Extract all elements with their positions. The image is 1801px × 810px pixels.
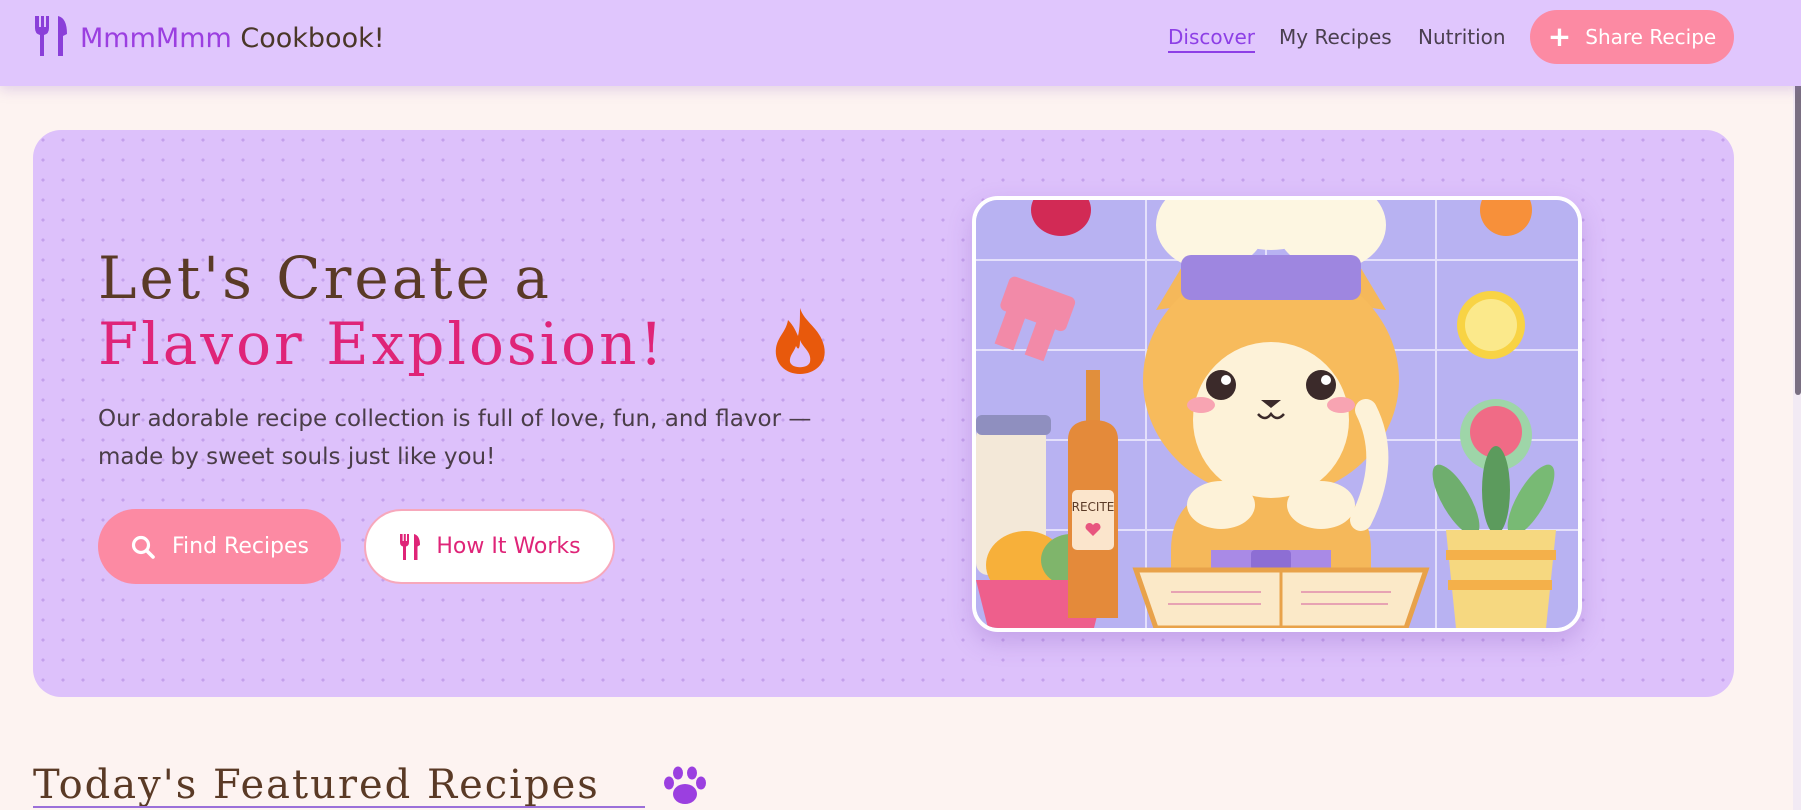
fire-icon	[775, 308, 825, 374]
hero-description: Our adorable recipe collection is full o…	[98, 406, 812, 470]
hero-title: Let's Create a Flavor Explosion!	[98, 245, 666, 377]
utensils-icon	[400, 533, 421, 560]
fork-knife-icon[interactable]	[32, 14, 70, 58]
nav-nutrition[interactable]: Nutrition	[1418, 24, 1506, 50]
top-nav-bar: MmmMmm Cookbook! Discover My Recipes Nut…	[0, 0, 1801, 86]
find-recipes-label: Find Recipes	[171, 534, 310, 559]
plus-icon: +	[1547, 20, 1572, 53]
how-it-works-button[interactable]: How It Works	[364, 509, 615, 584]
find-recipes-button[interactable]: Find Recipes	[98, 509, 341, 584]
nav-my-recipes[interactable]: My Recipes	[1279, 24, 1392, 50]
share-recipe-label: Share Recipe	[1585, 25, 1717, 49]
share-recipe-button[interactable]: + Share Recipe	[1530, 10, 1734, 64]
logo-text-part2: Cookbook!	[240, 23, 385, 54]
how-it-works-label: How It Works	[436, 534, 581, 559]
paw-icon	[664, 766, 706, 804]
bottle-label-text: RECITE	[1072, 500, 1115, 514]
hero-title-line2: Flavor Explosion!	[98, 310, 666, 378]
logo-text-part1: MmmMmm	[80, 23, 232, 54]
nav-discover[interactable]: Discover	[1168, 24, 1255, 53]
featured-heading-underline	[33, 806, 645, 808]
search-icon	[131, 535, 155, 559]
logo-text[interactable]: MmmMmm Cookbook!	[80, 22, 385, 56]
hero-title-line1: Let's Create a	[98, 244, 552, 312]
featured-recipes-heading: Today's Featured Recipes	[33, 762, 600, 808]
chef-cat-illustration: RECITE	[972, 196, 1582, 632]
